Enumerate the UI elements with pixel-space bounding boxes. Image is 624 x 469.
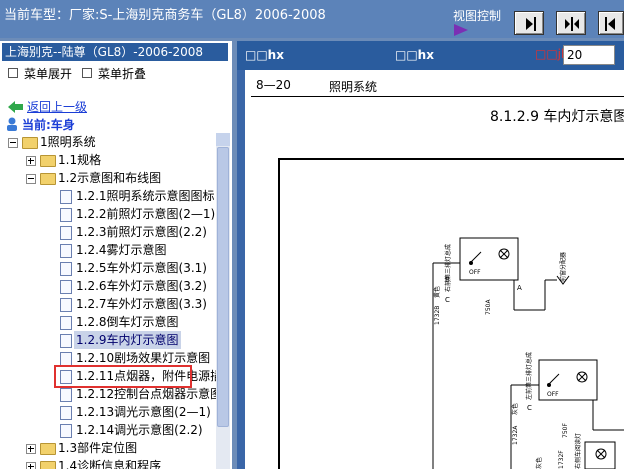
lamp1-wire2-label: 1732B	[434, 306, 441, 325]
expand-square-icon	[8, 68, 18, 78]
lamp2-color-label: 灰色	[511, 403, 519, 415]
scrollbar-thumb[interactable]	[217, 147, 229, 427]
lamp3-label: 右侧车阅读灯	[574, 433, 582, 469]
document-icon	[60, 316, 72, 330]
document-icon	[60, 244, 72, 258]
document-icon	[60, 352, 72, 366]
folder-open-icon	[40, 173, 56, 185]
document-icon	[60, 334, 72, 348]
tree-node-lighting[interactable]: 1照明系统	[0, 133, 216, 151]
view-control-arrow-icon	[454, 24, 468, 36]
document-edge	[237, 70, 245, 469]
arrow-left-bar-icon	[605, 17, 615, 31]
tree-node-spec[interactable]: 1.1规格	[0, 151, 216, 169]
tree-leaf-selected[interactable]: 1.2.9车内灯示意图	[0, 331, 216, 349]
scroll-up-icon[interactable]	[216, 133, 230, 146]
lamp2-wire-label: 750F	[562, 423, 569, 438]
tree-node-diagrams[interactable]: 1.2示意图和布线图	[0, 169, 216, 187]
view-split-button[interactable]	[556, 11, 586, 35]
arrow-right-bar-icon	[526, 17, 536, 31]
document-icon	[60, 226, 72, 240]
document-icon	[60, 190, 72, 204]
tree-node-diagnostics[interactable]: 1.4诊断信息和程序	[0, 457, 216, 469]
menu-collapse-button[interactable]: 菜单折叠	[82, 65, 146, 82]
document-toolbar: □□hx □□hx □□jl	[237, 41, 624, 70]
view-left-button[interactable]	[598, 11, 624, 35]
wiring-diagram: 右前第三排灯总成 OFF B C A 750A 1732B 黄色 前窗分配器 左…	[278, 158, 624, 469]
tree-leaf[interactable]: 1.2.6车外灯示意图(3.2)	[0, 277, 216, 295]
expand-node-icon	[26, 444, 36, 454]
tree-leaf[interactable]: 1.2.2前照灯示意图(2—1)	[0, 205, 216, 223]
tree-leaf[interactable]: 1.2.14调光示意图(2.2)	[0, 421, 216, 439]
lamp2-switch-icon	[548, 373, 560, 385]
document-icon	[60, 388, 72, 402]
tree-leaf[interactable]: 1.2.7车外灯示意图(3.3)	[0, 295, 216, 313]
car-model-title: 当前车型：厂家:S-上海别克商务车（GL8）2006-2008	[4, 8, 326, 23]
lamp1-label: 右前第三排灯总成	[444, 244, 452, 292]
document-icon	[60, 262, 72, 276]
vehicle-header: 上海别克--陆尊（GL8）-2006-2008	[2, 43, 228, 61]
split-view-icon	[565, 17, 579, 31]
expand-node-icon	[26, 156, 36, 166]
lamp1-wire-label: 750A	[485, 299, 492, 315]
folder-open-icon	[22, 137, 38, 149]
lamp1-pin-a: A	[517, 284, 522, 292]
lamp1-pin-b: B	[445, 276, 450, 284]
lamp2-pin-c: C	[527, 404, 532, 412]
document-panel: □□hx □□hx □□jl 8—20 照明系统 8.1.2.9 车内灯示意图 …	[237, 41, 624, 469]
lamp1-off-label: OFF	[469, 269, 481, 276]
folder-icon	[40, 461, 56, 469]
document-icon	[60, 298, 72, 312]
tree-leaf[interactable]: 1.2.5车外灯示意图(3.1)	[0, 259, 216, 277]
lamp3-color-label: 灰色	[535, 457, 543, 469]
tree-leaf[interactable]: 1.2.8倒车灯示意图	[0, 313, 216, 331]
tree-leaf[interactable]: 1.2.13调光示意图(2—1)	[0, 403, 216, 421]
lamp1-switch-icon	[470, 251, 482, 263]
document-viewer[interactable]: 8—20 照明系统 8.1.2.9 车内灯示意图 右前第三排灯总成 OFF B …	[245, 70, 624, 469]
page-label: □□jl	[535, 47, 565, 61]
back-link[interactable]: 返回上一级	[27, 98, 87, 115]
view-right-button[interactable]	[514, 11, 544, 35]
lamp1-pin-c: C	[445, 296, 450, 304]
lamp1-color-label: 黄色	[433, 286, 441, 298]
document-icon	[60, 406, 72, 420]
page-number-input[interactable]	[563, 45, 615, 65]
collapse-square-icon	[82, 68, 92, 78]
toolbar-button-1[interactable]: □□hx	[245, 48, 284, 62]
toolbar-button-2[interactable]: □□hx	[395, 48, 434, 62]
ground1-label: 前窗分配器	[559, 252, 567, 282]
tree-leaf[interactable]: 1.2.1照明系统示意图图标	[0, 187, 216, 205]
tree-view: 1照明系统 1.1规格 1.2示意图和布线图 1.2.1照明系统示意图图标 1.…	[0, 133, 216, 469]
menu-expand-button[interactable]: 菜单展开	[8, 65, 72, 82]
lamp2-off-label: OFF	[547, 391, 559, 398]
document-icon	[60, 208, 72, 222]
selection-highlight-box	[54, 365, 192, 388]
folder-icon	[40, 443, 56, 455]
expand-node-icon	[26, 462, 36, 469]
document-icon	[60, 280, 72, 294]
collapse-node-icon	[26, 174, 36, 184]
tree-scrollbar[interactable]	[216, 133, 230, 469]
tree-node-components[interactable]: 1.3部件定位图	[0, 439, 216, 457]
lamp2-label: 左前第三排灯总成	[525, 352, 533, 400]
back-arrow-icon	[8, 101, 23, 113]
tree-leaf[interactable]: 1.2.3前照灯示意图(2.2)	[0, 223, 216, 241]
navigation-panel: 上海别克--陆尊（GL8）-2006-2008 菜单展开 菜单折叠 返回上一级 …	[0, 41, 232, 469]
lamp3-wire-label: 1732F	[558, 450, 565, 469]
lamp2-wire2-label: 1732A	[512, 425, 519, 445]
tree-leaf[interactable]: 1.2.4雾灯示意图	[0, 241, 216, 259]
view-control-label: 视图控制	[453, 9, 502, 23]
title-bar: 当前车型：厂家:S-上海别克商务车（GL8）2006-2008 视图控制	[0, 0, 624, 38]
diagram-frame	[278, 158, 624, 469]
collapse-node-icon	[8, 138, 18, 148]
document-icon	[60, 424, 72, 438]
current-category: 当前:车身	[22, 118, 75, 132]
folder-icon	[40, 155, 56, 167]
user-icon	[7, 117, 17, 131]
